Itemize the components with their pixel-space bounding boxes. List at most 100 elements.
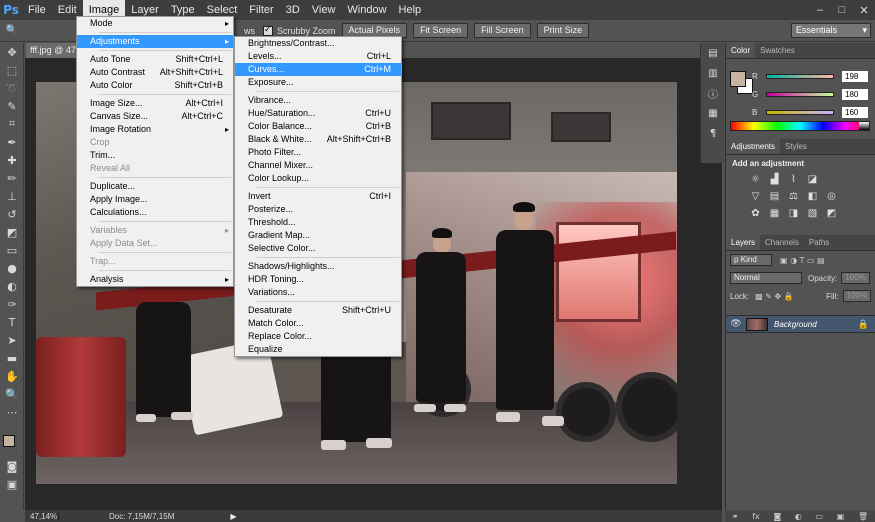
color-lookup-icon[interactable]: ▦ <box>767 206 782 220</box>
lock-icons[interactable]: ▩ ✎ ✥ 🔒 <box>755 292 794 301</box>
filter-icons[interactable]: ▣ ◑ T ▭ ▤ <box>780 256 825 265</box>
posterize-icon[interactable]: ▧ <box>805 206 820 220</box>
move-tool-icon[interactable]: ✥ <box>0 43 24 61</box>
menu-item-variations[interactable]: Variations... <box>235 286 401 299</box>
blue-value[interactable]: 160 <box>842 106 868 118</box>
menu-item-desaturate[interactable]: Desaturate Shift+Ctrl+U <box>235 304 401 317</box>
blue-slider[interactable]: B 160 <box>752 105 874 119</box>
levels-icon[interactable]: ▟ <box>767 172 782 186</box>
marquee-tool-icon[interactable]: ⬚ <box>0 61 24 79</box>
menu-item-shadows-highlights[interactable]: Shadows/Highlights... <box>235 260 401 273</box>
menu-item-replace-color[interactable]: Replace Color... <box>235 330 401 343</box>
tab-channels[interactable]: Channels <box>760 235 804 250</box>
menu-item-photo-filter[interactable]: Photo Filter... <box>235 146 401 159</box>
menu-item-selective-color[interactable]: Selective Color... <box>235 242 401 255</box>
tab-layers[interactable]: Layers <box>726 235 761 250</box>
print-size-button[interactable]: Print Size <box>536 23 590 38</box>
red-value[interactable]: 198 <box>842 70 868 82</box>
healing-tool-icon[interactable]: ✚ <box>0 151 24 169</box>
tab-color[interactable]: Color <box>726 43 756 58</box>
color-spectrum[interactable] <box>730 121 870 131</box>
invert-icon[interactable]: ◨ <box>786 206 801 220</box>
exposure-icon[interactable]: ◪ <box>805 172 820 186</box>
delete-layer-icon[interactable]: 🗑 <box>858 512 868 521</box>
menu-item-gradient-map[interactable]: Gradient Map... <box>235 229 401 242</box>
menu-item-mode[interactable]: Mode <box>77 17 233 30</box>
blend-mode-select[interactable]: Normal <box>730 272 802 284</box>
menu-window[interactable]: Window <box>341 0 392 20</box>
zoom-tool-icon[interactable]: 🔍 <box>0 21 24 41</box>
new-layer-icon[interactable]: ▣ <box>837 512 845 521</box>
menu-item-brightness-contrast[interactable]: Brightness/Contrast... <box>235 37 401 50</box>
tab-paths[interactable]: Paths <box>804 235 834 250</box>
zoom-level[interactable]: 47,14% <box>25 511 59 521</box>
eyedropper-tool-icon[interactable]: ✒ <box>0 133 24 151</box>
menu-view[interactable]: View <box>306 0 342 20</box>
opacity-input[interactable]: 100% <box>841 272 870 284</box>
history-brush-tool-icon[interactable]: ↺ <box>0 205 24 223</box>
new-group-icon[interactable]: ▭ <box>816 512 824 521</box>
black-white-icon[interactable]: ◧ <box>805 189 820 203</box>
maximize-button[interactable]: □ <box>831 0 853 20</box>
channel-mixer-icon[interactable]: ✿ <box>748 206 763 220</box>
screen-mode-icon[interactable]: ▣ <box>0 475 24 493</box>
menu-item-auto-color[interactable]: Auto Color Shift+Ctrl+B <box>77 79 233 92</box>
photo-filter-icon[interactable]: ◎ <box>824 189 839 203</box>
menu-item-color-lookup[interactable]: Color Lookup... <box>235 172 401 185</box>
menu-help[interactable]: Help <box>393 0 428 20</box>
edit-toolbar-icon[interactable]: ⋯ <box>0 403 24 421</box>
scrubby-zoom-checkbox[interactable] <box>263 24 273 36</box>
quick-mask-icon[interactable]: ◙ <box>0 457 24 475</box>
tab-swatches[interactable]: Swatches <box>755 43 800 58</box>
green-value[interactable]: 180 <box>842 88 868 100</box>
brush-tool-icon[interactable]: ✏ <box>0 169 24 187</box>
hand-tool-icon[interactable]: ✋ <box>0 367 24 385</box>
blur-tool-icon[interactable]: ● <box>0 259 24 277</box>
menu-item-hue-saturation[interactable]: Hue/Saturation... Ctrl+U <box>235 107 401 120</box>
fill-input[interactable]: 100% <box>842 290 871 302</box>
quick-select-tool-icon[interactable]: ✎ <box>0 97 24 115</box>
menu-item-channel-mixer[interactable]: Channel Mixer... <box>235 159 401 172</box>
menu-item-match-color[interactable]: Match Color... <box>235 317 401 330</box>
type-tool-icon[interactable]: T <box>0 313 24 331</box>
close-button[interactable]: ✕ <box>853 0 875 20</box>
paragraph-panel-icon[interactable]: ¶ <box>701 123 725 143</box>
menu-item-equalize[interactable]: Equalize <box>235 343 401 356</box>
menu-3d[interactable]: 3D <box>280 0 306 20</box>
layer-style-icon[interactable]: fx <box>752 512 760 521</box>
menu-item-calculations[interactable]: Calculations... <box>77 206 233 219</box>
menu-filter[interactable]: Filter <box>243 0 279 20</box>
channels-panel-icon[interactable]: ▦ <box>701 103 725 123</box>
zoom-tool-icon[interactable]: 🔍 <box>0 385 24 403</box>
foreground-color-chip[interactable] <box>730 71 746 87</box>
menu-item-adjustments[interactable]: Adjustments <box>77 35 233 48</box>
lasso-tool-icon[interactable]: ➰ <box>0 79 24 97</box>
menu-item-analysis[interactable]: Analysis <box>77 273 233 286</box>
curves-icon[interactable]: ⌇ <box>786 172 801 186</box>
layer-background[interactable]: 👁 Background 🔒 <box>726 315 875 333</box>
link-layers-icon[interactable]: ⚭ <box>732 512 739 521</box>
red-slider[interactable]: R 198 <box>752 69 874 83</box>
layer-mask-icon[interactable]: ◙ <box>773 512 781 521</box>
new-adjustment-icon[interactable]: ◐ <box>795 512 802 521</box>
menu-item-levels[interactable]: Levels... Ctrl+L <box>235 50 401 63</box>
menu-item-black-white[interactable]: Black & White... Alt+Shift+Ctrl+B <box>235 133 401 146</box>
menu-item-canvas-size[interactable]: Canvas Size... Alt+Ctrl+C <box>77 110 233 123</box>
brightness-icon[interactable]: ☼ <box>748 172 763 186</box>
menu-item-auto-tone[interactable]: Auto Tone Shift+Ctrl+L <box>77 53 233 66</box>
tab-adjustments[interactable]: Adjustments <box>726 139 781 154</box>
hue-saturation-icon[interactable]: ▤ <box>767 189 782 203</box>
kind-filter[interactable]: ρ Kind <box>730 254 772 266</box>
info-panel-icon[interactable]: ⓘ <box>701 83 725 103</box>
fill-screen-button[interactable]: Fill Screen <box>474 23 531 38</box>
menu-item-duplicate[interactable]: Duplicate... <box>77 180 233 193</box>
foreground-color-swatch[interactable] <box>3 435 15 447</box>
properties-panel-icon[interactable]: ▥ <box>701 63 725 83</box>
menu-item-color-balance[interactable]: Color Balance... Ctrl+B <box>235 120 401 133</box>
layer-name[interactable]: Background <box>774 320 817 329</box>
menu-item-invert[interactable]: Invert Ctrl+I <box>235 190 401 203</box>
color-balance-icon[interactable]: ⚖ <box>786 189 801 203</box>
pen-tool-icon[interactable]: ✑ <box>0 295 24 313</box>
menu-item-trim[interactable]: Trim... <box>77 149 233 162</box>
menu-item-apply-image[interactable]: Apply Image... <box>77 193 233 206</box>
